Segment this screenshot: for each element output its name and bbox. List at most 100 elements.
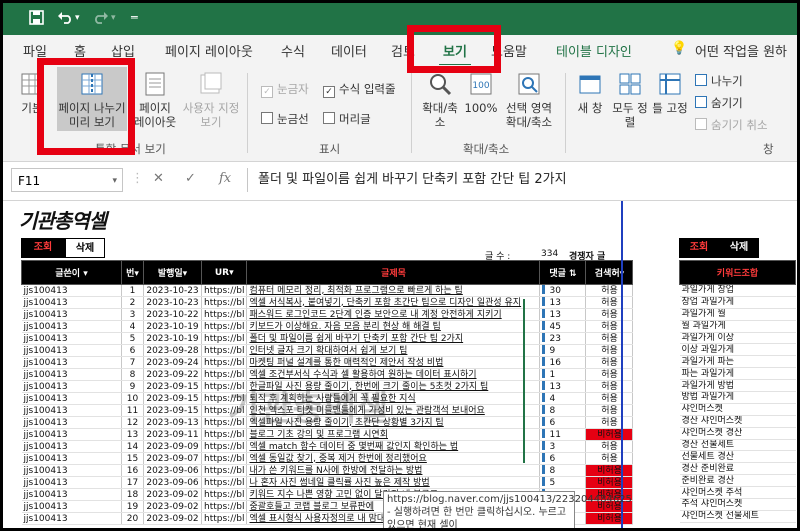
hide-button[interactable]: 숨기기 xyxy=(695,95,743,111)
cell-comments[interactable]: 8 xyxy=(539,404,587,417)
keyword-header[interactable]: 키워드조합 xyxy=(679,260,796,285)
cell-comments[interactable]: 45 xyxy=(539,320,587,333)
column-header-title[interactable]: 글제목 xyxy=(246,260,541,285)
cell-search[interactable]: 허용 xyxy=(585,284,634,297)
column-header-date[interactable]: 발행일▾ xyxy=(143,260,202,285)
keyword-item[interactable]: 선물세트 경산 xyxy=(679,450,796,464)
cell-comments[interactable]: 30 xyxy=(539,284,587,297)
cell-search[interactable]: 허용 xyxy=(585,320,634,333)
keyword-item[interactable]: 이상 과일가게 xyxy=(679,343,796,357)
cell-title[interactable]: 블로그 기초 강의 및 프로그램 시연회 xyxy=(246,428,541,441)
keyword-item[interactable]: 과일가게 이상 xyxy=(679,332,796,345)
cell-url[interactable]: https://bl xyxy=(201,476,248,489)
cell-date[interactable]: 2023-10-19 xyxy=(143,332,202,345)
page-layout-view-button[interactable]: 페이지 레이아웃 xyxy=(133,71,177,129)
cell-author[interactable]: jjs100413 xyxy=(21,416,122,429)
cell-url[interactable]: https://bl xyxy=(201,452,248,465)
cell-title[interactable]: 나 혼자 사진 썸네일 클릭률 사진 높은 제작 방법 xyxy=(246,476,541,489)
formula-bar-checkbox[interactable]: ✓ 수식 입력줄 xyxy=(323,81,396,98)
cell-url[interactable]: https://bl xyxy=(201,512,248,525)
cell-author[interactable]: jjs100413 xyxy=(21,368,122,381)
cell-date[interactable]: 2023-09-11 xyxy=(143,428,202,441)
cell-comments[interactable]: 8 xyxy=(539,464,587,477)
arrange-all-button[interactable]: 모두 정렬 xyxy=(611,71,649,129)
undo-dropdown-icon[interactable]: ▾ xyxy=(75,10,80,26)
ruler-checkbox[interactable]: ✓ 눈금자 xyxy=(261,81,309,98)
cell-number[interactable]: 16 xyxy=(121,464,144,477)
cell-search[interactable]: 비허용 xyxy=(585,464,634,477)
cell-author[interactable]: jjs100413 xyxy=(21,476,122,489)
cell-search[interactable]: 허용 xyxy=(585,368,634,381)
keyword-item[interactable]: 주석 샤인머스켓 xyxy=(679,498,796,511)
cell-date[interactable]: 2023-10-23 xyxy=(143,296,202,309)
keyword-item[interactable]: 샤인머스켓 경산 xyxy=(679,427,796,440)
cell-date[interactable]: 2023-09-06 xyxy=(143,464,202,477)
cell-date[interactable]: 2023-09-13 xyxy=(143,416,202,429)
cell-url[interactable]: https://bl xyxy=(201,440,248,453)
cell-title[interactable]: 엑셀 동일값 찾기, 중복 제거 한번에 정리했어요 xyxy=(246,452,541,465)
cell-date[interactable]: 2023-09-09 xyxy=(143,440,202,453)
cell-search[interactable]: 허용 xyxy=(585,332,634,345)
keyword-item[interactable]: 경산 샤인머스켓 xyxy=(679,415,796,428)
cell-comments[interactable]: 6 xyxy=(539,416,587,429)
cell-date[interactable]: 2023-09-15 xyxy=(143,380,202,393)
column-header-search[interactable]: 검색허▾ xyxy=(585,260,634,285)
cell-url[interactable]: https://bl xyxy=(201,500,248,513)
customize-icon[interactable]: ═ xyxy=(131,10,138,26)
cell-url[interactable]: https://bl xyxy=(201,320,248,333)
cell-date[interactable]: 2023-09-28 xyxy=(143,344,202,357)
cell-search[interactable]: 비허용 xyxy=(585,512,634,525)
cell-number[interactable]: 2 xyxy=(121,296,144,309)
cell-comments[interactable]: 6 xyxy=(539,452,587,465)
keyword-item[interactable]: 경산 선물세트 xyxy=(679,439,796,452)
cell-author[interactable]: jjs100413 xyxy=(21,452,122,465)
cell-date[interactable]: 2023-09-24 xyxy=(143,356,202,369)
cell-comments[interactable]: 4 xyxy=(539,392,587,405)
new-window-button[interactable]: 새 창 xyxy=(571,71,609,115)
cancel-icon[interactable]: ✕ xyxy=(153,171,164,186)
cell-author[interactable]: jjs100413 xyxy=(21,404,122,417)
cell-comments[interactable]: 1 xyxy=(539,368,587,381)
formula-input[interactable]: 폴더 및 파일이름 쉽게 바꾸기 단축키 포함 간단 팁 2가지 xyxy=(247,168,797,192)
name-box[interactable]: F11 ▾ xyxy=(11,168,123,192)
cell-date[interactable]: 2023-09-02 xyxy=(143,500,202,513)
cell-author[interactable]: jjs100413 xyxy=(21,332,122,345)
cell-number[interactable]: 17 xyxy=(121,476,144,489)
cell-url[interactable]: https://bl xyxy=(201,428,248,441)
cell-search[interactable]: 허용 xyxy=(585,416,634,429)
zoom-to-selection-button[interactable]: 선택 영역 확대/축소 xyxy=(501,71,557,129)
cell-author[interactable]: jjs100413 xyxy=(21,500,122,513)
keyword-item[interactable]: 준비완료 경산 xyxy=(679,474,796,488)
unhide-button[interactable]: 숨기기 취소 xyxy=(695,117,768,133)
cell-author[interactable]: jjs100413 xyxy=(21,512,122,525)
cell-number[interactable]: 9 xyxy=(121,380,144,393)
cell-title[interactable]: 마켓팅 퍼널 설계를 통한 매력적인 제안서 작성 비법 xyxy=(246,356,541,369)
cell-date[interactable]: 2023-10-22 xyxy=(143,308,202,321)
cell-title[interactable]: 내가 쓴 키워드를 N사에 한방에 전달하는 방법 xyxy=(246,464,541,477)
cell-number[interactable]: 5 xyxy=(121,332,144,345)
cell-author[interactable]: jjs100413 xyxy=(21,464,122,477)
cell-number[interactable]: 7 xyxy=(121,356,144,369)
cell-number[interactable]: 12 xyxy=(121,416,144,429)
tab-data[interactable]: 데이터 xyxy=(331,41,367,60)
cell-search[interactable]: 허용 xyxy=(585,356,634,369)
cell-author[interactable]: jjs100413 xyxy=(21,488,122,501)
column-header-comments[interactable]: 댓글 ⇅ xyxy=(539,260,587,285)
cell-number[interactable]: 3 xyxy=(121,308,144,321)
cell-url[interactable]: https://bl xyxy=(201,308,248,321)
cell-date[interactable]: 2023-09-07 xyxy=(143,452,202,465)
redo-dropdown-icon[interactable]: ▾ xyxy=(111,10,116,26)
cell-author[interactable]: jjs100413 xyxy=(21,308,122,321)
cell-date[interactable]: 2023-09-02 xyxy=(143,512,202,525)
tell-me-box[interactable]: 어떤 작업을 원하 xyxy=(695,41,787,60)
cell-title[interactable]: 키보드가 이상해요. 자음 모음 분리 현상 해 해결 팁 xyxy=(246,320,541,333)
cell-search[interactable]: 비허용 xyxy=(585,428,634,441)
cell-url[interactable]: https://bl xyxy=(201,464,248,477)
cell-number[interactable]: 8 xyxy=(121,368,144,381)
cell-author[interactable]: jjs100413 xyxy=(21,428,122,441)
column-header-url[interactable]: UR▾ xyxy=(200,260,248,285)
headings-checkbox[interactable]: 머리글 xyxy=(323,111,371,127)
cell-search[interactable]: 허용 xyxy=(585,440,634,453)
keyword-search-button[interactable]: 조회 xyxy=(679,238,719,258)
cell-url[interactable]: https://bl xyxy=(201,368,248,381)
